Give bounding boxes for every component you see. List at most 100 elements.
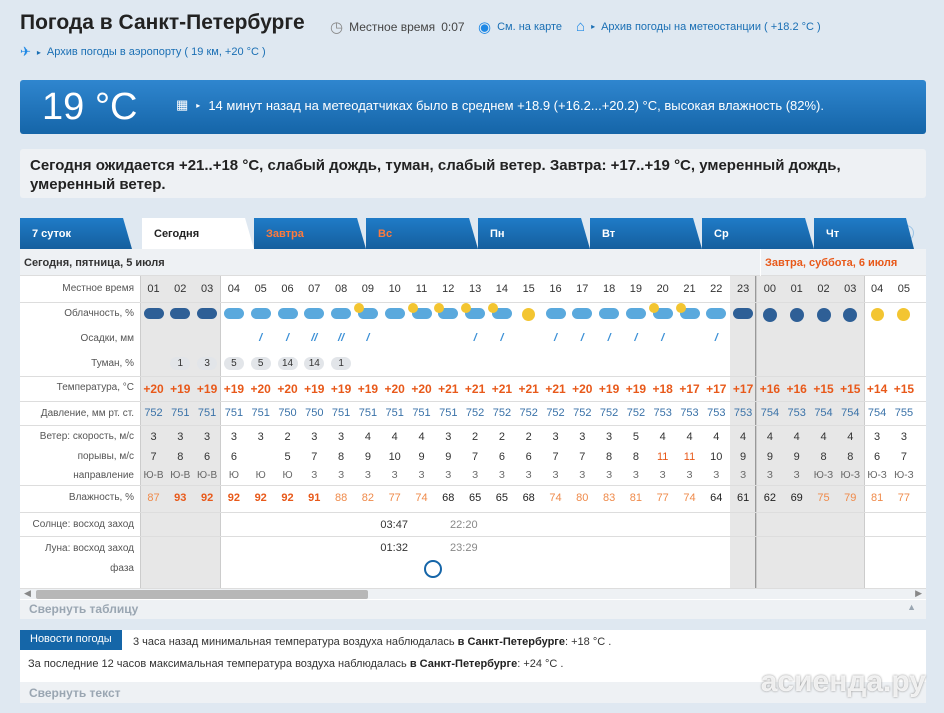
wind-speed-cell: 2 [498,431,505,443]
station-icon: ⌂ [576,18,586,35]
cloud-icon [706,308,727,319]
arrow-icon: ▸ [591,22,596,31]
wind-speed-cell: 3 [900,431,907,443]
temperature-cell: +19 [196,382,218,396]
scrollbar-thumb[interactable] [36,590,368,599]
direction-cell: Ю-В [143,470,164,481]
cloud-cell [407,303,435,320]
sun-icon [522,308,536,321]
pressure-cell: 755 [894,407,914,419]
hour-cell: 20 [656,283,669,295]
hour-cell: 11 [415,283,428,295]
hour-cell: 21 [683,283,696,295]
raindrop-icon: / [607,332,611,344]
scroll-right-icon[interactable]: ▶ [915,588,922,599]
clock-icon: ◷ [330,19,344,36]
cloud-rain-icon [250,308,271,319]
cloud-cell [194,306,221,320]
temperature-cell: +19 [598,382,620,396]
precip-cell: / [354,332,381,344]
cloud-cell [864,306,891,322]
fog-value: 5 [250,357,271,370]
direction-cell: Ю-В [197,470,218,481]
direction-cell: Ю [255,470,266,481]
cloud-cell [890,306,917,322]
temperature-cell: +14 [866,382,888,396]
hour-cell: 09 [361,283,375,295]
humidity-cell: 87 [147,492,160,504]
temperature-cell: +17 [679,382,700,396]
tab-1[interactable]: Сегодня [142,218,254,249]
pressure-cell: 753 [707,407,726,419]
pressure-cell: 754 [867,407,887,419]
sun-cloud-icon [461,303,486,319]
fog-value: 1 [170,357,191,370]
tab-2[interactable]: Завтра [254,218,366,249]
tab-5[interactable]: Вт [590,218,702,249]
precip-cell: // [328,332,355,344]
moon-icon [789,308,804,322]
horizontal-scrollbar[interactable]: ◀ ▶ [20,588,926,599]
wind-speed-cell: 4 [418,431,425,443]
tab-3[interactable]: Вс [366,218,478,249]
pressure-cell: 752 [546,407,565,419]
raindrop-icon: / [259,332,263,344]
tab-6[interactable]: Ср [702,218,814,249]
collapse-table-label[interactable]: Свернуть таблицу [29,602,138,616]
tab-0[interactable]: 7 суток [20,218,132,249]
current-description: 14 минут назад на метеодатчиках было в с… [208,97,824,113]
gust-cell: 6 [230,451,237,463]
airport-archive-link[interactable]: Архив погоды в аэропорту ( 19 км, +20 °C… [47,46,266,58]
pressure-cell: 750 [278,407,297,419]
chevron-up-icon[interactable]: ▲ [907,602,916,612]
tab-7[interactable]: Чт [814,218,914,249]
tab-4[interactable]: Пн [478,218,590,249]
wind-speed-cell: 3 [552,431,559,443]
local-time-value: 0:07 [441,20,465,34]
hour-cell: 01 [147,283,160,295]
humidity-cell: 92 [227,492,241,504]
current-temperature: 19 °C [42,86,138,128]
wind-speed-cell: 3 [230,431,237,443]
pressure-cell: 751 [171,407,190,419]
cloud-rain-icon [304,308,325,319]
raindrop-icon: / [285,332,290,344]
station-archive-link-wrap[interactable]: ⌂ ▸ Архив погоды на метеостанции ( +18.2… [576,18,821,35]
wind-speed-cell: 3 [257,431,264,443]
direction-cell: З [713,470,720,481]
gust-cell: 6 [874,451,881,463]
fog-cell: 1 [328,357,355,370]
today-header: Сегодня, пятница, 5 июля [20,249,760,276]
night-cloud-icon [197,308,218,319]
wind-speed-cell: 2 [525,431,532,443]
gust-cell: 8 [847,451,854,463]
cloud-rain-icon [223,308,244,319]
row-divider [20,536,926,537]
night-cloud-rain-icon [143,308,164,319]
cloud-icon [572,308,593,319]
station-archive-link[interactable]: Архив погоды на метеостанции ( +18.2 °C … [601,21,821,33]
raindrop-icon: / [661,332,665,344]
map-link-wrap[interactable]: ◉ См. на карте [478,18,562,36]
airport-archive-link-wrap[interactable]: ✈ ▸ Архив погоды в аэропорту ( 19 км, +2… [20,44,266,60]
wind-speed-cell: 2 [284,431,291,443]
gust-cell: 8 [177,451,184,463]
scroll-left-icon[interactable]: ◀ [24,588,31,599]
collapse-table-button[interactable]: Свернуть таблицу ▲ [20,600,926,619]
cloud-cell [648,303,676,320]
direction-cell: З [472,470,479,481]
wind-speed-cell: 5 [632,431,639,443]
precip-cell: / [622,332,649,344]
fog-cell: 14 [274,357,301,370]
direction-cell: Ю [282,470,293,481]
hour-cell: 12 [442,283,455,295]
temperature-cell: +19 [304,382,325,396]
precip-cell: // [301,332,328,344]
hour-cell: 07 [308,283,321,295]
map-link[interactable]: См. на карте [497,21,562,33]
direction-cell: Ю-З [840,470,861,481]
news-line-1-text: 3 часа назад минимальная температура воз… [133,636,455,648]
gust-cell: 7 [552,451,559,463]
direction-cell: З [338,470,345,481]
wind-speed-cell: 3 [445,431,452,443]
